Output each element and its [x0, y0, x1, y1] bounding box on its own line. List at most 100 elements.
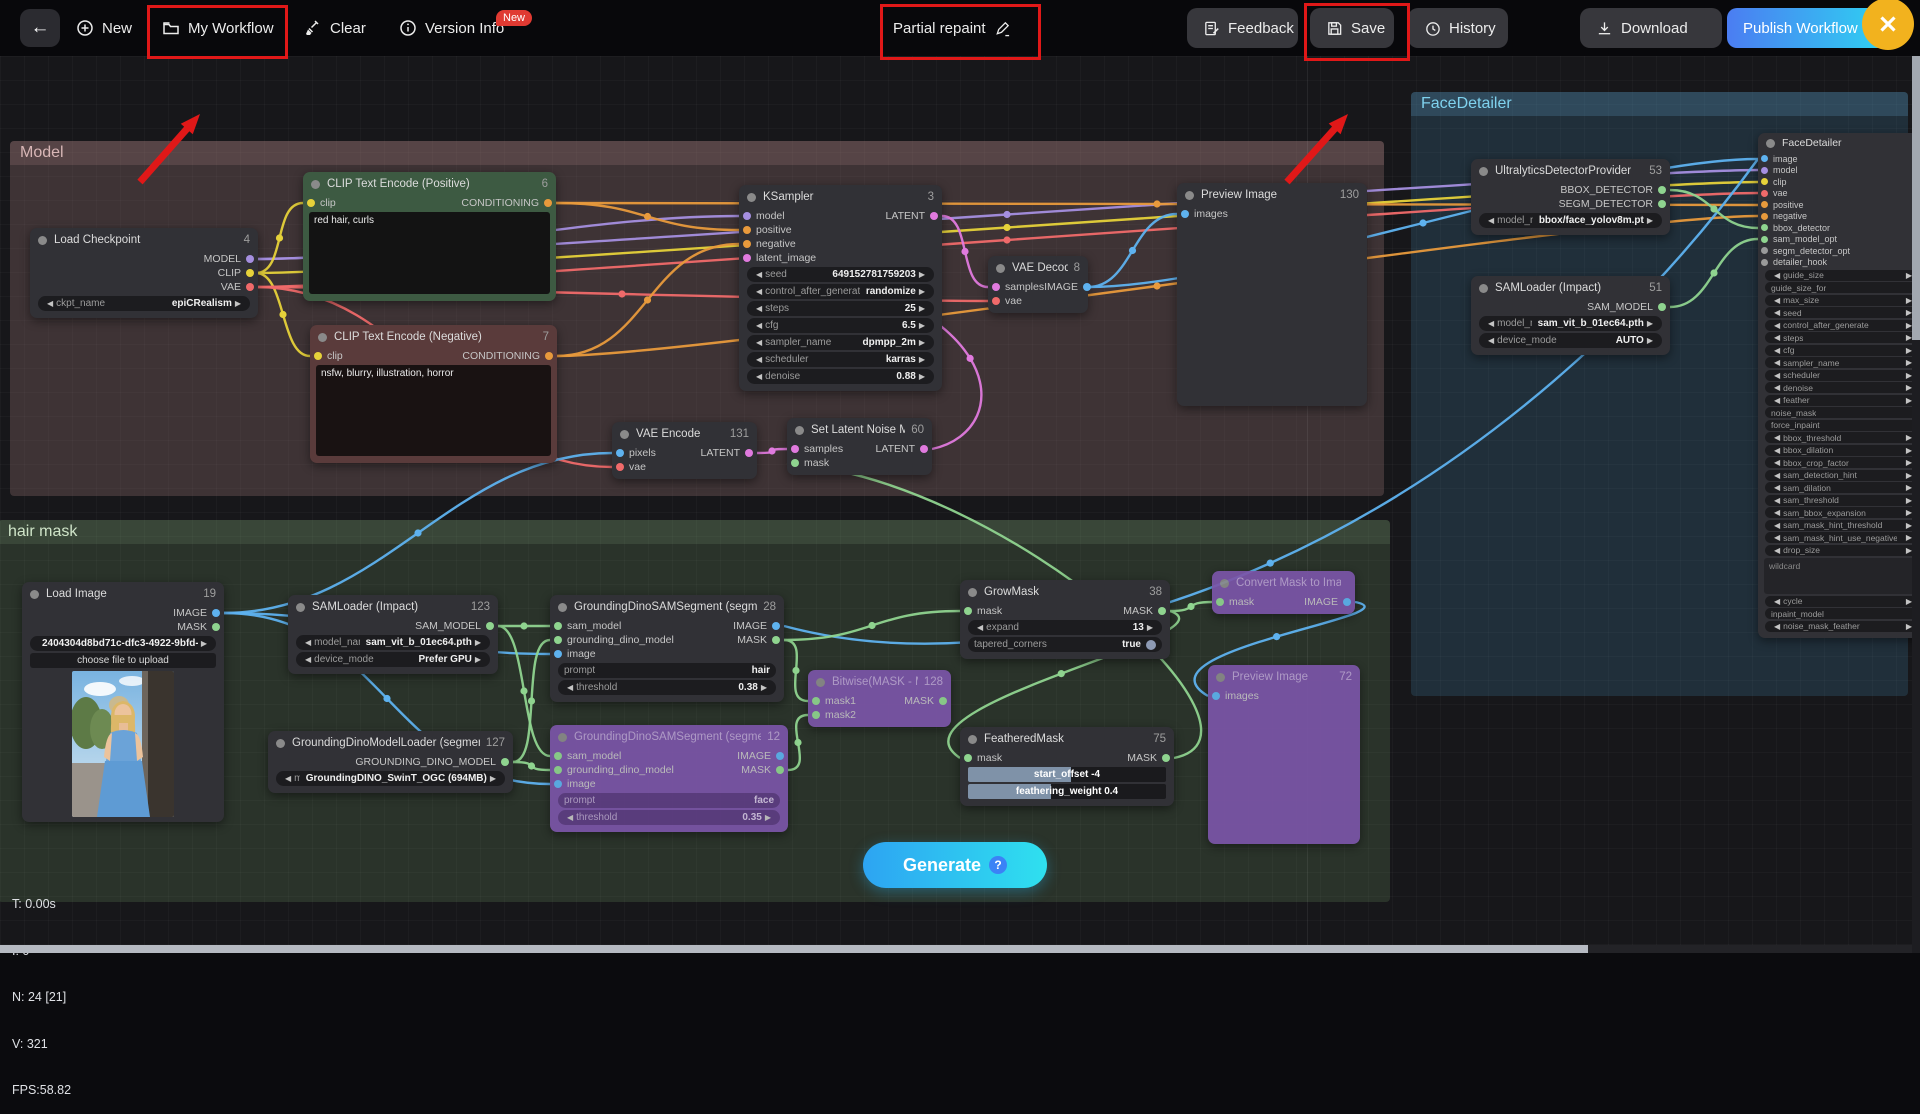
back-button[interactable]: ←	[20, 9, 60, 47]
input-slot-negative[interactable]	[1761, 213, 1768, 220]
widget-control-after-generate[interactable]: ◀ control_after_generate ▶	[1765, 320, 1920, 331]
combo-left-arrow-icon[interactable]: ◀	[47, 299, 53, 308]
widget-device-mode[interactable]: ◀ device_mode AUTO ▶	[1479, 333, 1662, 348]
toggle-knob-icon[interactable]	[1146, 640, 1156, 650]
input-slot-grounding-dino-model[interactable]	[554, 766, 562, 774]
node-growmask[interactable]: GrowMask38maskMASK◀ expand 13 ▶tapered_c…	[960, 580, 1170, 659]
combo-left-arrow-icon[interactable]: ◀	[1774, 321, 1780, 330]
node-samloader-impact[interactable]: SAMLoader (Impact)51SAM_MODEL◀ model_nam…	[1471, 276, 1670, 355]
widget-sampler-name[interactable]: ◀ sampler_name dpmpp_2m ▶	[747, 335, 934, 350]
input-slot-vae[interactable]	[616, 463, 624, 471]
combo-left-arrow-icon[interactable]: ◀	[1774, 508, 1780, 517]
node-samloader-impact[interactable]: SAMLoader (Impact)123SAM_MODEL◀ model_na…	[288, 595, 498, 674]
combo-left-arrow-icon[interactable]: ◀	[1774, 446, 1780, 455]
output-slot-latent[interactable]	[930, 212, 938, 220]
node-title-bar[interactable]: GroundingDinoSAMSegment (segment anythin…	[550, 595, 784, 619]
input-slot-image[interactable]	[554, 650, 562, 658]
combo-right-arrow-icon[interactable]: ▶	[475, 638, 481, 647]
node-title-bar[interactable]: SAMLoader (Impact)123	[288, 595, 498, 619]
collapse-dot-icon[interactable]	[1220, 579, 1229, 588]
widget-drop-size[interactable]: ◀ drop_size ▶	[1765, 545, 1920, 556]
collapse-dot-icon[interactable]	[747, 193, 756, 202]
node-title-bar[interactable]: VAE Decode8	[988, 256, 1088, 280]
combo-left-arrow-icon[interactable]: ◀	[305, 655, 311, 664]
node-featheredmask[interactable]: FeatheredMask75maskMASK start_offset -4 …	[960, 727, 1174, 806]
combo-right-arrow-icon[interactable]: ▶	[1647, 319, 1653, 328]
output-slot-mask[interactable]	[212, 623, 220, 631]
node-title-bar[interactable]: CLIP Text Encode (Negative)7	[310, 325, 557, 349]
widget-inpaint-model[interactable]: inpaint_model	[1765, 608, 1920, 619]
widget-threshold[interactable]: ◀ threshold 0.35 ▶	[558, 810, 780, 825]
input-slot-positive[interactable]	[743, 226, 751, 234]
combo-left-arrow-icon[interactable]: ◀	[1774, 597, 1780, 606]
node-title-bar[interactable]: GrowMask38	[960, 580, 1170, 604]
collapse-dot-icon[interactable]	[558, 603, 567, 612]
combo-left-arrow-icon[interactable]: ◀	[1488, 336, 1494, 345]
widget-cfg[interactable]: ◀ cfg 6.5 ▶	[747, 318, 934, 333]
combo-right-arrow-icon[interactable]: ▶	[475, 655, 481, 664]
input-slot-sam-model[interactable]	[554, 622, 562, 630]
widget-guide-size-for[interactable]: guide_size_for	[1765, 282, 1920, 293]
input-slot-mask[interactable]	[1216, 598, 1224, 606]
combo-right-arrow-icon[interactable]: ▶	[1647, 336, 1653, 345]
output-slot-mask[interactable]	[776, 766, 784, 774]
widget-start-offset[interactable]: start_offset -4	[968, 767, 1166, 782]
widget-control-after-generate[interactable]: ◀ control_after_generate randomize ▶	[747, 284, 934, 299]
prompt-textarea[interactable]: nsfw, blurry, illustration, horror	[316, 365, 551, 456]
combo-left-arrow-icon[interactable]: ◀	[756, 304, 762, 313]
output-slot-image[interactable]	[772, 622, 780, 630]
input-slot-grounding-dino-model[interactable]	[554, 636, 562, 644]
widget-device-mode[interactable]: ◀ device_mode Prefer GPU ▶	[296, 652, 490, 667]
combo-right-arrow-icon[interactable]: ▶	[919, 338, 925, 347]
widget-sampler-name[interactable]: ◀ sampler_name ▶	[1765, 357, 1920, 368]
vertical-scrollbar[interactable]	[1912, 0, 1920, 953]
widget-noise-mask-feather[interactable]: ◀ noise_mask_feather ▶	[1765, 621, 1920, 632]
combo-left-arrow-icon[interactable]: ◀	[1774, 471, 1780, 480]
input-slot-clip[interactable]	[314, 352, 322, 360]
help-icon[interactable]: ?	[989, 856, 1007, 874]
combo-left-arrow-icon[interactable]: ◀	[1774, 458, 1780, 467]
collapse-dot-icon[interactable]	[38, 236, 47, 245]
download-button[interactable]: Download	[1580, 8, 1722, 48]
widget-sam-threshold[interactable]: ◀ sam_threshold ▶	[1765, 495, 1920, 506]
input-slot-positive[interactable]	[1761, 201, 1768, 208]
input-slot-clip[interactable]	[1761, 178, 1768, 185]
combo-left-arrow-icon[interactable]: ◀	[756, 321, 762, 330]
collapse-dot-icon[interactable]	[1185, 191, 1194, 200]
output-slot-latent[interactable]	[745, 449, 753, 457]
output-slot-model[interactable]	[246, 255, 254, 263]
widget-denoise[interactable]: ◀ denoise 0.88 ▶	[747, 369, 934, 384]
widget-ckpt-name[interactable]: ◀ ckpt_name epiCRealism ▶	[38, 296, 250, 311]
input-slot-negative[interactable]	[743, 240, 751, 248]
collapse-dot-icon[interactable]	[996, 264, 1005, 273]
output-slot-image[interactable]	[776, 752, 784, 760]
collapse-dot-icon[interactable]	[620, 430, 629, 439]
output-slot-mask[interactable]	[1162, 754, 1170, 762]
output-slot-sam-model[interactable]	[1658, 303, 1666, 311]
node-title-bar[interactable]: UltralyticsDetectorProvider53	[1471, 159, 1670, 183]
node-title-bar[interactable]: Preview Image130	[1177, 183, 1367, 207]
input-slot-latent-image[interactable]	[743, 254, 751, 262]
widget-prompt[interactable]: prompt face	[558, 793, 780, 808]
combo-left-arrow-icon[interactable]: ◀	[1774, 271, 1780, 280]
generate-button[interactable]: Generate ?	[863, 842, 1047, 888]
input-slot-model[interactable]	[743, 212, 751, 220]
combo-left-arrow-icon[interactable]: ◀	[1774, 622, 1780, 631]
widget-steps[interactable]: ◀ steps ▶	[1765, 332, 1920, 343]
clear-button[interactable]: Clear	[304, 0, 366, 56]
input-slot-mask1[interactable]	[812, 697, 820, 705]
output-slot-mask[interactable]	[939, 697, 947, 705]
pencil-icon[interactable]	[994, 20, 1011, 37]
node-load-image[interactable]: Load Image19IMAGEMASK2404304d8bd71c-dfc3…	[22, 582, 224, 822]
feedback-button[interactable]: Feedback	[1187, 8, 1298, 48]
input-slot-samples[interactable]	[992, 283, 1000, 291]
widget-force-inpaint[interactable]: force_inpaint	[1765, 420, 1920, 431]
combo-left-arrow-icon[interactable]: ◀	[567, 683, 573, 692]
widget-feather[interactable]: ◀ feather ▶	[1765, 395, 1920, 406]
combo-right-arrow-icon[interactable]: ▶	[919, 355, 925, 364]
combo-left-arrow-icon[interactable]: ◀	[756, 338, 762, 347]
widget-filename[interactable]: 2404304d8bd71c-dfc3-4922-9bfd-12fa9f33d0…	[30, 636, 216, 651]
node-title-bar[interactable]: FeatheredMask75	[960, 727, 1174, 751]
node-title-bar[interactable]: FaceDetailer	[1758, 133, 1920, 153]
input-slot-images[interactable]	[1212, 692, 1220, 700]
